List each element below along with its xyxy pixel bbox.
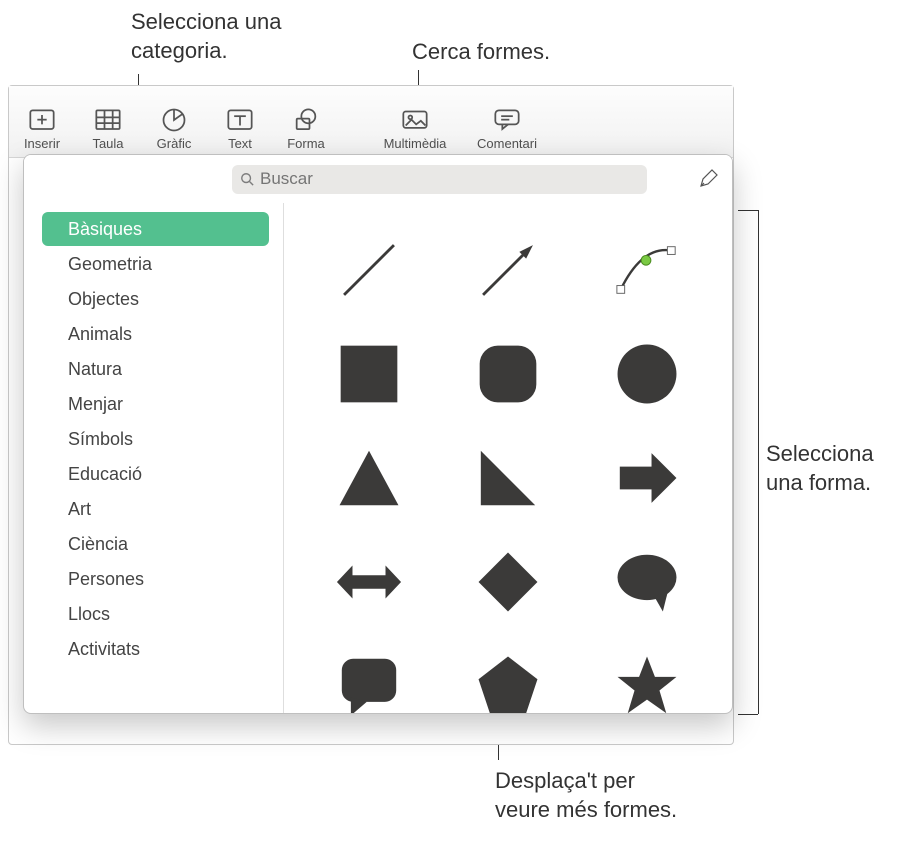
category-item[interactable]: Natura — [42, 352, 269, 386]
callout-scroll-more: Desplaça't per veure més formes. — [495, 767, 677, 824]
callout-line — [758, 210, 759, 714]
shapes-popup: Bàsiques Geometria Objectes Animals Natu… — [23, 154, 733, 714]
app-window: Inserir Taula Gràfic Text Forma — [8, 85, 734, 745]
callout-select-shape: Selecciona una forma. — [766, 440, 874, 497]
media-icon — [401, 108, 429, 132]
category-label: Natura — [68, 359, 122, 380]
insert-icon — [28, 108, 56, 132]
chart-icon — [160, 108, 188, 132]
toolbar-insert-label: Inserir — [24, 136, 60, 151]
shape-diamond[interactable] — [441, 533, 574, 631]
shape-rounded-square[interactable] — [441, 325, 574, 423]
category-label: Activitats — [68, 639, 140, 660]
shape-square[interactable] — [302, 325, 435, 423]
category-label: Geometria — [68, 254, 152, 275]
shape-star[interactable] — [581, 637, 714, 713]
table-icon — [94, 108, 122, 132]
shape-speech-bubble-rect[interactable] — [302, 637, 435, 713]
shape-pentagon[interactable] — [441, 637, 574, 713]
shape-curve-editable[interactable] — [581, 221, 714, 319]
shape-circle[interactable] — [581, 325, 714, 423]
category-sidebar: Bàsiques Geometria Objectes Animals Natu… — [24, 203, 284, 713]
category-label: Menjar — [68, 394, 123, 415]
category-item[interactable]: Educació — [42, 457, 269, 491]
callout-line — [738, 714, 758, 715]
category-label: Ciència — [68, 534, 128, 555]
toolbar-chart[interactable]: Gràfic — [141, 108, 207, 151]
category-item[interactable]: Persones — [42, 562, 269, 596]
shape-icon — [292, 108, 320, 132]
shape-line[interactable] — [302, 221, 435, 319]
toolbar-comment-label: Comentari — [477, 136, 537, 151]
callout-search-shapes: Cerca formes. — [412, 38, 550, 67]
toolbar-text[interactable]: Text — [207, 108, 273, 151]
category-item[interactable]: Llocs — [42, 597, 269, 631]
search-box[interactable] — [232, 165, 647, 194]
toolbar-media[interactable]: Multimèdia — [369, 108, 461, 151]
toolbar-chart-label: Gràfic — [157, 136, 192, 151]
shape-right-triangle[interactable] — [441, 429, 574, 527]
category-label: Objectes — [68, 289, 139, 310]
category-label: Símbols — [68, 429, 133, 450]
callout-select-category: Selecciona una categoria. — [131, 8, 281, 65]
category-item[interactable]: Símbols — [42, 422, 269, 456]
pen-tool-icon[interactable] — [698, 169, 718, 189]
shapes-area[interactable] — [284, 203, 732, 713]
shape-arrow-left-right[interactable] — [302, 533, 435, 631]
callout-line — [738, 210, 758, 211]
category-item[interactable]: Menjar — [42, 387, 269, 421]
category-item[interactable]: Activitats — [42, 632, 269, 666]
toolbar: Inserir Taula Gràfic Text Forma — [9, 86, 733, 158]
category-item[interactable]: Art — [42, 492, 269, 526]
toolbar-insert[interactable]: Inserir — [9, 108, 75, 151]
shape-triangle[interactable] — [302, 429, 435, 527]
shape-speech-bubble-oval[interactable] — [581, 533, 714, 631]
category-label: Bàsiques — [68, 219, 142, 240]
toolbar-table-label: Taula — [92, 136, 123, 151]
text-icon — [226, 108, 254, 132]
comment-icon — [493, 108, 521, 132]
search-input[interactable] — [260, 169, 639, 189]
toolbar-text-label: Text — [228, 136, 252, 151]
shape-arrow-line[interactable] — [441, 221, 574, 319]
toolbar-comment[interactable]: Comentari — [461, 108, 553, 151]
toolbar-shape[interactable]: Forma — [273, 108, 339, 151]
category-item[interactable]: Geometria — [42, 247, 269, 281]
category-label: Art — [68, 499, 91, 520]
toolbar-shape-label: Forma — [287, 136, 325, 151]
category-label: Animals — [68, 324, 132, 345]
category-item[interactable]: Ciència — [42, 527, 269, 561]
category-label: Educació — [68, 464, 142, 485]
toolbar-table[interactable]: Taula — [75, 108, 141, 151]
category-item[interactable]: Animals — [42, 317, 269, 351]
shape-arrow-right[interactable] — [581, 429, 714, 527]
toolbar-media-label: Multimèdia — [384, 136, 447, 151]
category-label: Persones — [68, 569, 144, 590]
search-icon — [240, 172, 254, 186]
category-label: Llocs — [68, 604, 110, 625]
category-item[interactable]: Objectes — [42, 282, 269, 316]
category-item[interactable]: Bàsiques — [42, 212, 269, 246]
popup-header — [24, 155, 732, 203]
